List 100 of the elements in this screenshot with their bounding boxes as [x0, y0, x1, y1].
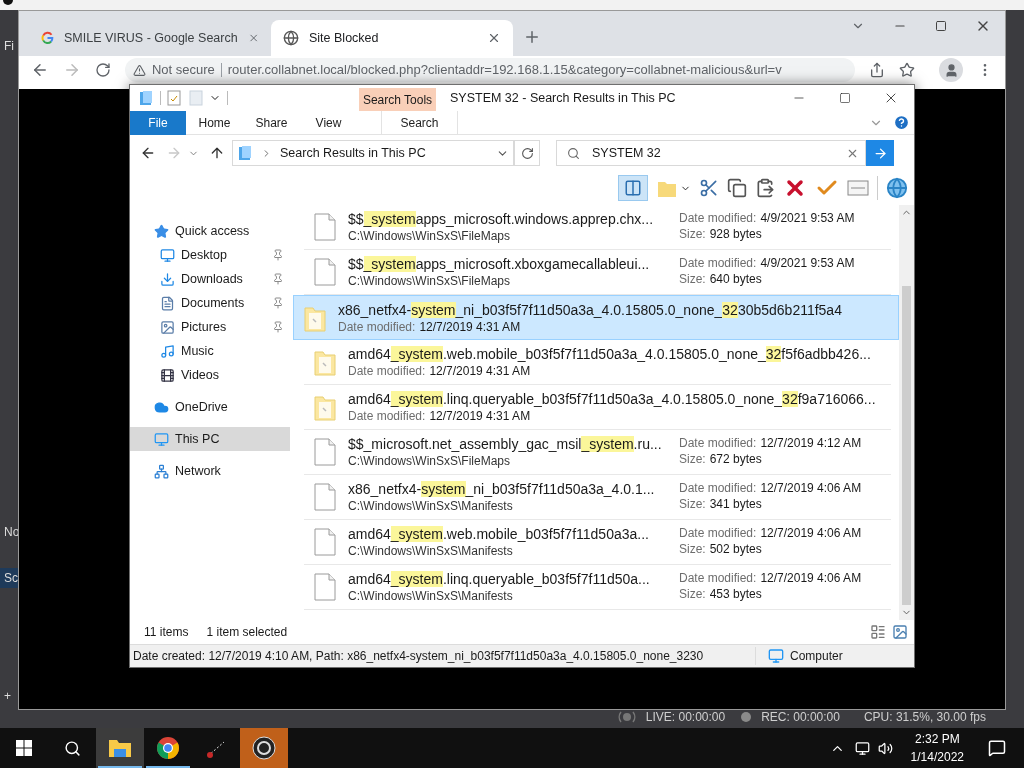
nav-item[interactable]: Documents	[130, 291, 290, 315]
nav-item[interactable]: Videos	[130, 363, 290, 387]
clock[interactable]: 2:32 PM 1/14/2022	[904, 730, 970, 766]
file-size: 640 bytes	[709, 271, 762, 287]
maximize-icon[interactable]	[935, 20, 947, 32]
file-row[interactable]: x86_netfx4-system_ni_b03f5f7f11d50a3a_4.0.1... C:\Windows\WinSxS\Manifests Date modified: 12/7/2019 4:06 AM Size: 341 bytes	[304, 475, 891, 520]
search-field[interactable]: SYSTEM 32	[556, 140, 866, 166]
zone-label: Computer	[790, 648, 843, 665]
obs-panel-label: +	[3, 688, 12, 705]
date-modified-label: Date modified:	[679, 435, 757, 451]
back-icon[interactable]	[31, 61, 49, 79]
address-bar[interactable]: Search Results in This PC	[232, 140, 514, 166]
back-icon[interactable]	[140, 145, 156, 161]
file-icon	[314, 258, 336, 286]
cut-icon[interactable]	[699, 178, 719, 198]
date-modified: 4/9/2021 9:53 AM	[760, 210, 855, 226]
date-modified: 12/7/2019 4:06 AM	[760, 525, 862, 541]
date-modified: 12/7/2019 4:31 AM	[429, 363, 531, 379]
live-timer: LIVE: 00:00:00	[645, 709, 726, 726]
large-icons-view-icon[interactable]	[892, 624, 908, 640]
up-icon[interactable]	[209, 145, 225, 161]
nav-item[interactable]: Desktop	[130, 243, 290, 267]
ribbon-tab[interactable]: View	[300, 110, 357, 135]
cloud-icon	[154, 399, 169, 415]
nav-item[interactable]: Network	[130, 459, 290, 483]
taskbar-button[interactable]	[240, 728, 288, 768]
search-go-button[interactable]	[866, 140, 894, 166]
ribbon-tab[interactable]: File	[130, 110, 186, 135]
globe-icon	[283, 30, 299, 46]
omnibox[interactable]: Not secure router.collabnet.local/blocked.php?clientaddr=192.168.1.15&category=collabnet-malicious&url=v	[124, 58, 856, 82]
share-icon[interactable]	[869, 62, 886, 78]
window-title: SYSTEM 32 - Search Results in This PC	[450, 89, 676, 107]
browser-tab[interactable]: Site Blocked	[271, 20, 513, 56]
item-count: 11 items	[144, 624, 189, 641]
file-size-label: Size:	[679, 496, 706, 512]
ribbon-tab[interactable]: Home	[186, 110, 243, 135]
network-status-icon[interactable]	[854, 740, 870, 756]
file-row[interactable]: amd64_system.linq.queryable_b03f5f7f11d50a... C:\Windows\WinSxS\Manifests Date modified: 12/7/2019 4:06 AM Size: 453 bytes	[304, 565, 891, 610]
file-row[interactable]: $$_microsoft.net_assembly_gac_msil_system.ru... C:\Windows\WinSxS\FileMaps Date modified: 12/7/2019 4:12 AM Size: 672 bytes	[304, 430, 891, 475]
windows-logo-icon	[16, 740, 32, 756]
google-logo-icon	[41, 30, 54, 46]
new-tab-icon[interactable]	[523, 28, 541, 46]
star-icon	[154, 223, 169, 239]
desktop-icon	[160, 247, 175, 263]
copy-icon[interactable]	[727, 178, 747, 198]
file-name: $$_microsoft.net_assembly_gac_msil_system.ru...	[348, 435, 663, 453]
vertical-scrollbar[interactable]	[899, 205, 914, 620]
pane-icon	[624, 179, 642, 197]
nav-item[interactable]: Quick access	[130, 219, 290, 243]
film-icon	[160, 367, 175, 383]
file-icon	[314, 573, 336, 601]
profile-avatar[interactable]	[939, 58, 964, 82]
file-row[interactable]: amd64_system.web.mobile_b03f5f7f11d50a3a_4.0.15805.0_none_32f5f6adbb426... Date modified: 12/7/2019 4:31 AM	[304, 340, 891, 385]
file-size-label: Size:	[679, 226, 706, 242]
help-icon[interactable]	[893, 114, 910, 131]
file-row[interactable]: amd64_system.linq.queryable_b03f5f7f11d50a3a_4.0.15805.0_none_32f9a716066... Date modified: 12/7/2019 4:31 AM	[304, 385, 891, 430]
file-row[interactable]: $$_systemapps_microsoft.windows.apprep.chx... C:\Windows\WinSxS\FileMaps Date modified: 4/9/2021 9:53 AM Size: 928 bytes	[304, 205, 891, 250]
browser-tab[interactable]: SMILE VIRUS - Google Search	[29, 20, 271, 56]
preview-pane-button[interactable]	[618, 175, 648, 201]
date-modified: 12/7/2019 4:31 AM	[429, 408, 531, 424]
close-tab-icon[interactable]	[487, 31, 501, 45]
file-row[interactable]: x86_netfx4-system_ni_b03f5f7f11d50a3a_4.0.15805.0_none_3230b5d6b211f5a4 Date modified: 12/7/2019 4:31 AM	[293, 295, 899, 340]
file-name: amd64_system.linq.queryable_b03f5f7f11d50a...	[348, 570, 651, 588]
file-name: x86_netfx4-system_ni_b03f5f7f11d50a3a_4.0.1...	[348, 480, 656, 498]
ribbon-tab[interactable]: Share	[243, 110, 300, 135]
globe-icon[interactable]	[886, 177, 908, 199]
computer-icon	[768, 648, 784, 664]
file-name: $$_systemapps_microsoft.windows.apprep.chx...	[348, 210, 655, 228]
refresh-button[interactable]	[514, 140, 540, 166]
file-icon	[314, 528, 336, 556]
paste-icon[interactable]	[755, 178, 775, 198]
obs-panel-label: Fi	[3, 38, 15, 55]
date-modified-label: Date modified:	[348, 408, 426, 424]
details-view-icon[interactable]	[870, 624, 886, 640]
file-location: C:\Windows\WinSxS\Manifests	[348, 498, 514, 514]
file-location: C:\Windows\WinSxS\FileMaps	[348, 228, 512, 244]
file-size: 341 bytes	[709, 496, 762, 512]
nav-item[interactable]: This PC	[130, 427, 290, 451]
reload-icon[interactable]	[94, 62, 111, 78]
nav-item[interactable]: Pictures	[130, 315, 290, 339]
file-size-label: Size:	[679, 541, 706, 557]
selection-count: 1 item selected	[206, 624, 288, 641]
broadcast-icon	[617, 710, 636, 724]
nav-item[interactable]: Downloads	[130, 267, 290, 291]
nav-item[interactable]: OneDrive	[130, 395, 290, 419]
file-size: 928 bytes	[709, 226, 762, 242]
taskbar-button[interactable]	[96, 728, 144, 768]
file-row[interactable]: amd64_system.web.mobile_b03f5f7f11d50a3a... C:\Windows\WinSxS\Manifests Date modified: 12/7/2019 4:06 AM Size: 502 bytes	[304, 520, 891, 565]
ribbon-tab[interactable]: Search	[381, 110, 458, 135]
rec-timer: REC: 00:00:00	[761, 709, 840, 726]
url-text: router.collabnet.local/blocked.php?clientaddr=192.168.1.15&category=collabnet-malicious&url=v	[227, 61, 782, 80]
person-icon	[943, 62, 959, 78]
bookmark-star-icon[interactable]	[899, 62, 916, 78]
nav-item[interactable]: Music	[130, 339, 290, 363]
warning-icon	[132, 63, 146, 77]
file-name: x86_netfx4-system_ni_b03f5f7f11d50a3a_4.0.15805.0_none_3230b5d6b211f5a4	[338, 300, 842, 319]
notifications-icon[interactable]	[988, 739, 1006, 757]
file-name: amd64_system.web.mobile_b03f5f7f11d50a3a_4.0.15805.0_none_32f5f6adbb426...	[348, 345, 871, 363]
file-size-label: Size:	[679, 586, 706, 602]
music-note-icon	[160, 343, 175, 359]
